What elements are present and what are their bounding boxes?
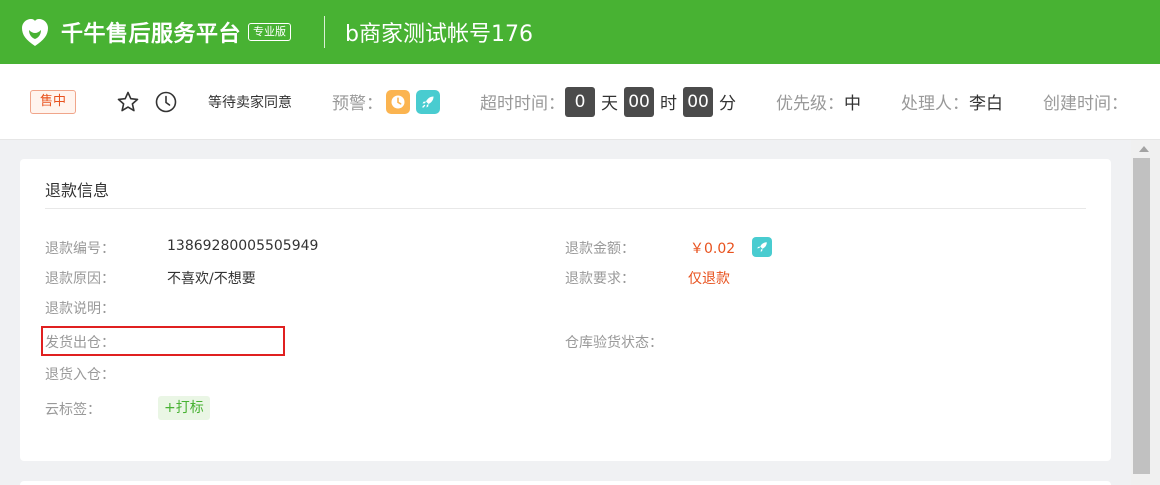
priority-group: 优先级： 中 <box>776 89 861 114</box>
created-time-group: 创建时间： <box>1043 89 1128 114</box>
refund-no-value: 13869280005505949 <box>167 238 319 254</box>
handler-value[interactable]: 李白 <box>969 89 1003 114</box>
alert-label: 预警： <box>332 94 384 114</box>
return-in-label: 退货入仓： <box>45 367 115 383</box>
header-divider <box>324 16 326 48</box>
timeout-label: 超时时间： <box>480 94 566 114</box>
card-divider <box>45 208 1086 209</box>
refund-no-label: 退款编号： <box>45 241 115 257</box>
top-header: 千牛售后服务平台 专业版 b商家测试帐号176 <box>0 0 1160 64</box>
brand[interactable]: 千牛售后服务平台 专业版 <box>19 16 292 48</box>
scroll-thumb[interactable] <box>1133 158 1150 474</box>
ship-out-label: 发货出仓： <box>45 335 115 351</box>
qianniu-logo-icon <box>22 19 48 46</box>
refund-desc-label: 退款说明： <box>45 301 115 317</box>
next-card <box>20 481 1111 485</box>
priority-value[interactable]: 中 <box>844 89 861 114</box>
history-button[interactable] <box>154 90 178 114</box>
timeout-days: 0 <box>565 86 596 117</box>
priority-label: 优先级： <box>776 94 845 114</box>
refund-amount-label: 退款金额： <box>565 241 635 257</box>
cloud-tag-label: 云标签： <box>45 402 101 418</box>
created-time-label: 创建时间： <box>1043 94 1129 114</box>
refund-request-value: 仅退款 <box>688 271 730 287</box>
timeout-minute-unit: 分 <box>719 94 737 114</box>
handler-label: 处理人： <box>901 94 970 114</box>
timeout-group: 超时时间： 0 天 00 时 00 分 <box>480 86 742 117</box>
timeout-hours: 00 <box>624 86 655 117</box>
warehouse-status-label: 仓库验货状态： <box>565 335 663 351</box>
wait-status-text: 等待卖家同意 <box>208 94 293 111</box>
content-area: 退款信息 退款编号： 13869280005505949 退款原因： 不喜欢/不… <box>0 140 1131 485</box>
card-title: 退款信息 <box>45 181 110 200</box>
refund-reason-label: 退款原因： <box>45 271 115 287</box>
edition-badge: 专业版 <box>248 23 292 41</box>
timeout-hour-unit: 时 <box>660 94 678 114</box>
star-icon <box>117 91 139 111</box>
rocket-icon[interactable] <box>416 89 441 114</box>
vertical-scrollbar[interactable] <box>1131 140 1160 485</box>
timeout-minutes: 00 <box>683 86 714 117</box>
refund-reason-value: 不喜欢/不想要 <box>167 271 256 287</box>
brand-title: 千牛售后服务平台 <box>61 22 242 47</box>
refund-amount-value: ￥0.02 <box>690 241 736 257</box>
handler-group: 处理人： 李白 <box>901 89 1003 114</box>
refund-info-card: 退款信息 退款编号： 13869280005505949 退款原因： 不喜欢/不… <box>20 159 1111 461</box>
alert-group: 预警： <box>332 89 441 114</box>
account-name: b商家测试帐号176 <box>345 22 533 47</box>
refund-request-label: 退款要求： <box>565 271 635 287</box>
favorite-button[interactable] <box>116 90 140 114</box>
rocket-icon[interactable] <box>752 237 772 257</box>
order-status-bar: 售中 等待卖家同意 预警： 超时时间： 0 天 00 时 00 分 优先级： 中… <box>0 64 1160 140</box>
add-print-tag-button[interactable]: +打标 <box>158 396 210 420</box>
timeout-day-unit: 天 <box>601 94 619 114</box>
scroll-up-arrow[interactable] <box>1139 146 1149 152</box>
clock-icon <box>155 91 177 112</box>
alert-clock-icon[interactable] <box>386 89 411 114</box>
status-badge: 售中 <box>30 89 77 114</box>
